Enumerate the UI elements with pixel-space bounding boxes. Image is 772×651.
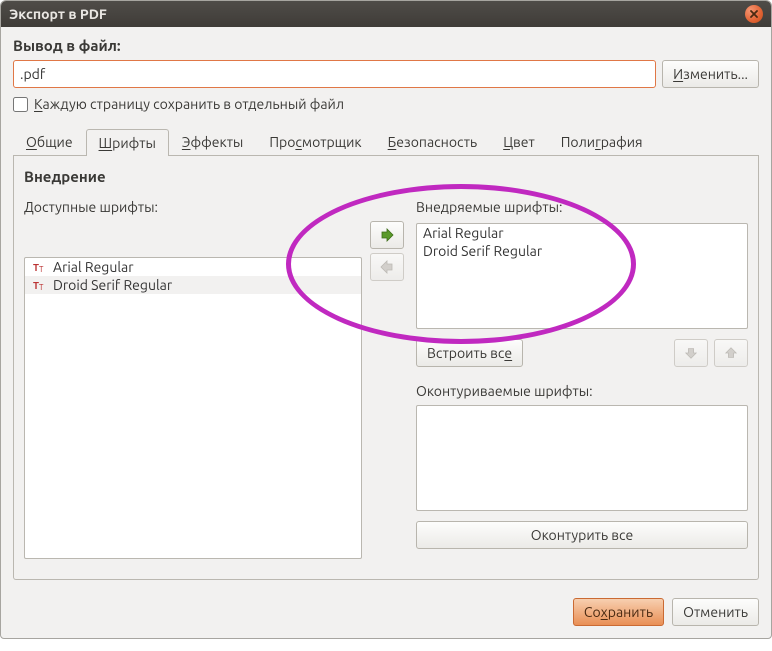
separate-files-label: Каждую страницу сохранить в отдельный фа…: [34, 96, 344, 112]
embed-fonts-label: Внедряемые шрифты:: [416, 199, 748, 215]
embedding-section-label: Внедрение: [24, 168, 748, 185]
titlebar: Экспорт в PDF: [1, 1, 771, 27]
tab-viewer[interactable]: Просмотрщик: [256, 128, 374, 155]
available-fonts-label: Доступные шрифты:: [24, 199, 362, 215]
move-up-button[interactable]: [714, 339, 748, 367]
svg-text:T: T: [39, 283, 44, 292]
tab-fonts[interactable]: Шрифты: [86, 129, 169, 156]
list-item[interactable]: TT Arial Regular: [25, 258, 361, 276]
tab-color[interactable]: Цвет: [490, 128, 548, 155]
separate-files-checkbox[interactable]: [13, 97, 28, 112]
move-down-button[interactable]: [674, 339, 708, 367]
list-item[interactable]: TT Droid Serif Regular: [25, 276, 361, 294]
save-button[interactable]: Сохранить: [573, 598, 664, 626]
dialog-footer: Сохранить Отменить: [1, 590, 771, 638]
arrow-down-icon: [684, 346, 698, 360]
tab-body-fonts: Внедрение Доступные шрифты: TT Arial Reg…: [13, 156, 759, 580]
outline-all-button[interactable]: Оконтурить все: [416, 521, 748, 549]
arrow-right-icon: [379, 227, 395, 243]
list-item[interactable]: Droid Serif Regular: [417, 242, 747, 260]
window-title: Экспорт в PDF: [9, 6, 107, 22]
remove-font-button[interactable]: [370, 253, 404, 281]
list-item[interactable]: Arial Regular: [417, 224, 747, 242]
tab-effects[interactable]: Эффекты: [169, 128, 256, 155]
change-file-button[interactable]: Изменить...: [662, 60, 759, 88]
cancel-button[interactable]: Отменить: [672, 598, 759, 626]
svg-text:T: T: [39, 265, 44, 274]
outline-fonts-label: Оконтуриваемые шрифты:: [416, 383, 748, 399]
embeddable-fonts-list[interactable]: Arial Regular Droid Serif Regular: [416, 223, 748, 329]
outline-fonts-list[interactable]: [416, 405, 748, 511]
output-file-label: Вывод в файл:: [13, 37, 759, 54]
close-icon[interactable]: [745, 5, 763, 23]
tab-bar: Общие Шрифты Эффекты Просмотрщик Безопас…: [13, 128, 759, 156]
tab-general[interactable]: Общие: [13, 128, 86, 155]
add-font-button[interactable]: [370, 221, 404, 249]
tab-security[interactable]: Безопасность: [375, 128, 491, 155]
truetype-icon: TT: [31, 259, 47, 275]
arrow-up-icon: [724, 346, 738, 360]
tab-prepress[interactable]: Полиграфия: [548, 128, 656, 155]
arrow-left-icon: [379, 259, 395, 275]
available-fonts-list[interactable]: TT Arial Regular TT Droid Serif Regular: [24, 257, 362, 559]
dialog-export-pdf: Экспорт в PDF Вывод в файл: Изменить... …: [0, 0, 772, 639]
truetype-icon: TT: [31, 277, 47, 293]
embed-all-button[interactable]: Встроить все: [416, 339, 523, 367]
separate-files-checkbox-row[interactable]: Каждую страницу сохранить в отдельный фа…: [13, 96, 759, 112]
output-file-input[interactable]: [13, 60, 656, 88]
